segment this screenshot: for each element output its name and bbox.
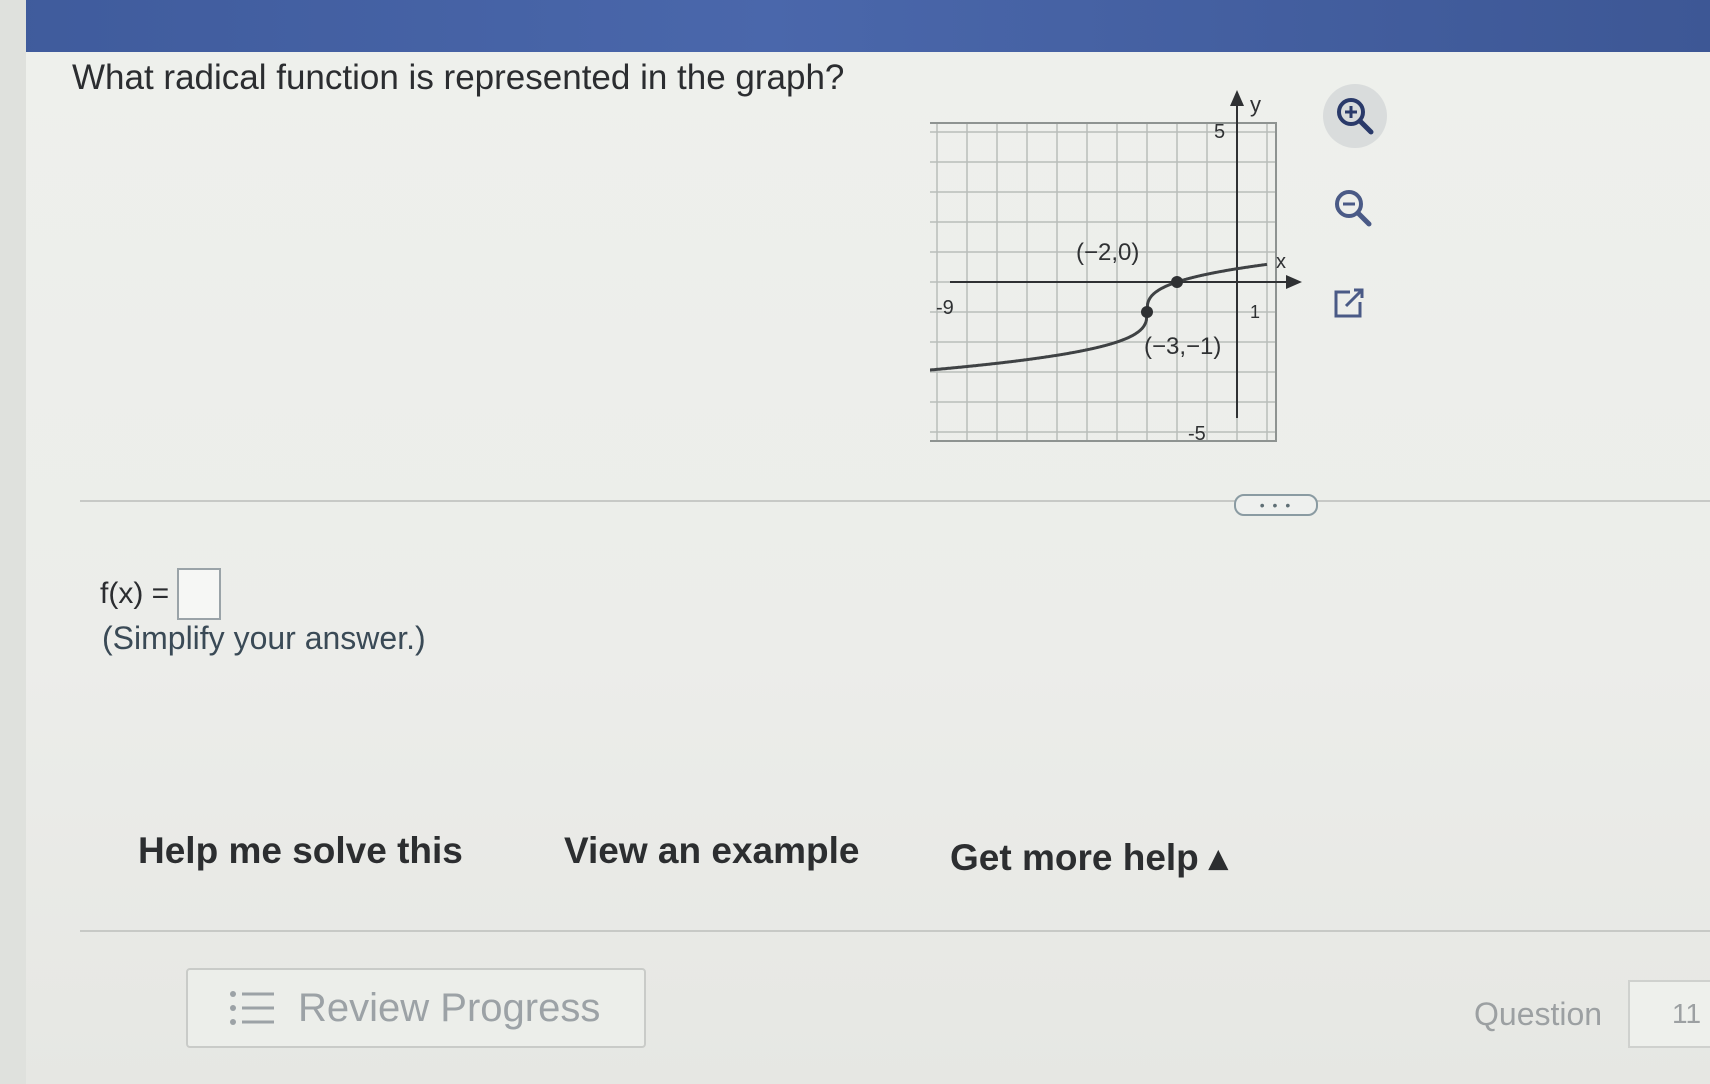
answer-input[interactable] (177, 568, 222, 620)
external-link-icon (1334, 288, 1364, 318)
question-number-input[interactable]: 11 (1628, 980, 1710, 1048)
zoom-out-button[interactable] (1321, 176, 1385, 240)
point-a-dot (1171, 276, 1183, 288)
left-edge (0, 0, 26, 1084)
x-axis-label: x (1276, 251, 1286, 273)
y-axis-label: y (1250, 92, 1261, 117)
tick-label-x-right: 1 (1250, 302, 1260, 322)
answer-row: f(x) = (100, 568, 222, 620)
zoom-in-icon (1337, 98, 1374, 135)
top-banner (0, 0, 1710, 52)
popout-button[interactable] (1316, 272, 1380, 336)
simplify-hint: (Simplify your answer.) (102, 620, 426, 656)
view-example-link[interactable]: View an example (564, 830, 859, 872)
help-me-solve-link[interactable]: Help me solve this (138, 830, 463, 872)
review-progress-label: Review Progress (298, 985, 601, 1030)
question-text: What radical function is represented in … (72, 58, 845, 97)
expand-more-button[interactable]: • • • (1234, 494, 1318, 516)
section-divider-bottom (80, 930, 1710, 932)
point-b-dot (1141, 306, 1153, 318)
point-a-label: (−2,0) (1076, 239, 1139, 266)
point-b-label: (−3,−1) (1144, 333, 1221, 360)
list-icon (230, 991, 274, 1025)
zoom-in-button[interactable] (1323, 84, 1387, 148)
x-axis-arrow (1286, 275, 1302, 289)
get-more-help-link[interactable]: Get more help ▴ (950, 836, 1228, 879)
zoom-out-icon (1335, 190, 1372, 227)
section-divider-top (80, 500, 1710, 502)
function-label: f(x) = (100, 577, 170, 610)
review-progress-button[interactable]: Review Progress (186, 968, 646, 1048)
question-label: Question (1474, 996, 1603, 1032)
y-axis-arrow (1230, 90, 1244, 106)
tick-label-y-bottom: -5 (1188, 423, 1206, 445)
tick-label-y-top: 5 (1214, 121, 1225, 143)
function-graph: y x 5 -5 -9 1 (−2,0) (−3,−1) (930, 90, 1302, 445)
tick-label-x-left: -9 (936, 297, 954, 319)
